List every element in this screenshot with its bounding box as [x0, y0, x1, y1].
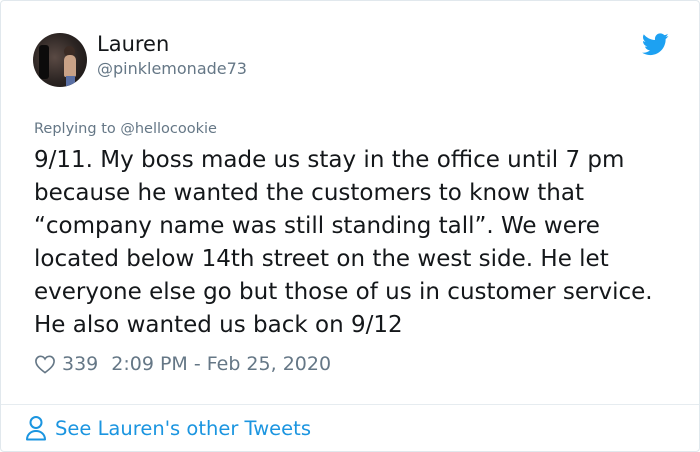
replying-to-line: Replying to @hellocookie — [34, 121, 217, 137]
heart-icon[interactable] — [34, 354, 56, 374]
person-icon — [26, 416, 46, 441]
tweet-card: Lauren @pinklemonade73 Replying to @hell… — [0, 0, 700, 452]
avatar-figure-body — [64, 55, 76, 77]
divider — [1, 404, 699, 405]
author-name[interactable]: Lauren — [97, 32, 169, 56]
tweet-timestamp[interactable]: 2:09 PM - Feb 25, 2020 — [111, 353, 331, 375]
tweet-meta: 339 2:09 PM - Feb 25, 2020 — [34, 351, 331, 377]
see-other-tweets-link[interactable]: See Lauren's other Tweets — [25, 414, 311, 442]
avatar-figure-legs — [66, 76, 75, 87]
like-count[interactable]: 339 — [62, 353, 98, 375]
twitter-bird-icon[interactable] — [642, 33, 669, 56]
tweet-text: 9/11. My boss made us stay in the office… — [34, 147, 653, 338]
replying-to-label: Replying to — [34, 121, 121, 137]
reply-mention-link[interactable]: @hellocookie — [120, 121, 217, 137]
see-other-tweets-label[interactable]: See Lauren's other Tweets — [55, 417, 311, 440]
avatar[interactable] — [33, 33, 87, 87]
avatar-shadow — [39, 45, 49, 79]
author-handle[interactable]: @pinklemonade73 — [97, 59, 247, 78]
